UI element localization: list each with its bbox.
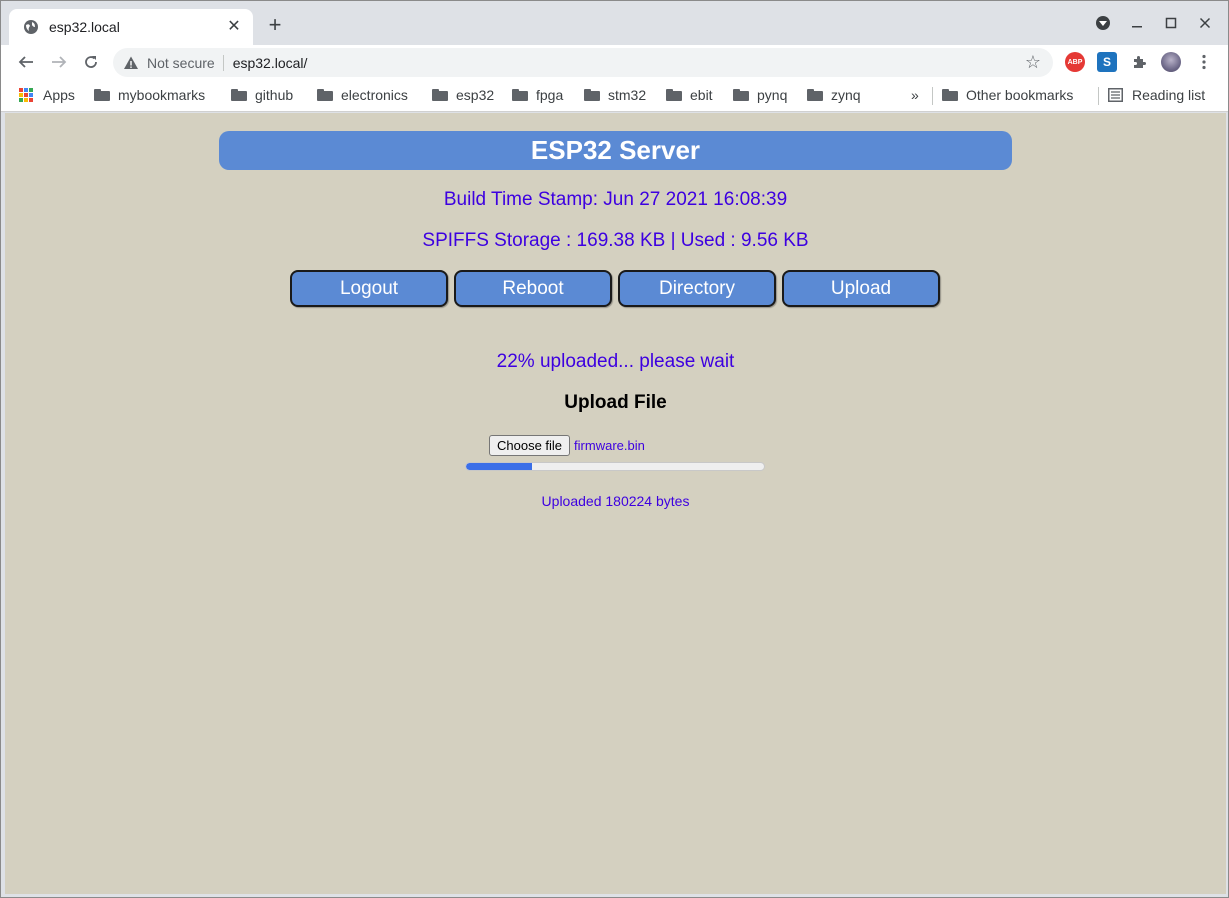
new-tab-icon[interactable]: +: [263, 13, 287, 37]
bookmarks-bar: Apps mybookmarks github electronics esp3…: [1, 79, 1228, 112]
storage-info: SPIFFS Storage : 169.38 KB | Used : 9.56…: [422, 230, 809, 251]
maximize-icon[interactable]: [1154, 17, 1188, 29]
folder-icon: [231, 89, 247, 101]
omnibox-divider: [222, 54, 224, 71]
s-extension-icon[interactable]: S: [1097, 52, 1117, 72]
forward-icon[interactable]: [47, 50, 71, 74]
reading-list-button[interactable]: Reading list: [1108, 85, 1205, 105]
bookmark-folder-fpga[interactable]: fpga: [512, 85, 563, 105]
directory-button[interactable]: Directory: [618, 270, 776, 307]
bookmark-apps[interactable]: Apps: [19, 85, 75, 105]
folder-icon: [432, 89, 448, 101]
folder-icon: [807, 89, 823, 101]
tab-esp32[interactable]: esp32.local ✕: [9, 9, 253, 45]
minimize-icon[interactable]: [1120, 17, 1154, 29]
profile-avatar[interactable]: [1161, 52, 1181, 72]
bookmark-folder-github[interactable]: github: [231, 85, 293, 105]
bookmarks-overflow-icon[interactable]: »: [911, 85, 919, 105]
apps-grid-icon: [19, 88, 33, 102]
page-header: ESP32 Server: [219, 131, 1012, 170]
tab-strip: esp32.local ✕ +: [1, 1, 1228, 45]
page-content: ESP32 Server Build Time Stamp: Jun 27 20…: [5, 113, 1226, 894]
bookmark-folder-electronics[interactable]: electronics: [317, 85, 408, 105]
bookmark-folder-esp32[interactable]: esp32: [432, 85, 494, 105]
choose-file-button[interactable]: Choose file: [489, 435, 571, 456]
bookmark-label: electronics: [341, 87, 408, 103]
uploaded-bytes: Uploaded 180224 bytes: [541, 493, 690, 509]
bookmark-label: github: [255, 87, 294, 103]
bookmark-folder-zynq[interactable]: zynq: [807, 85, 861, 105]
build-timestamp: Build Time Stamp: Jun 27 2021 16:08:39: [443, 189, 788, 210]
security-label[interactable]: Not secure: [147, 55, 215, 71]
bookmark-label: Apps: [43, 87, 75, 103]
logout-button[interactable]: Logout: [290, 270, 448, 307]
folder-icon: [94, 89, 110, 101]
folder-icon: [666, 89, 682, 101]
bookmark-label: esp32: [456, 87, 495, 103]
address-bar[interactable]: Not secure esp32.local/ ☆: [113, 48, 1053, 77]
bookmark-star-icon[interactable]: ☆: [1023, 52, 1043, 73]
bookmark-folder-pynq[interactable]: pynq: [733, 85, 787, 105]
folder-icon: [512, 89, 528, 101]
upload-button[interactable]: Upload: [782, 270, 940, 307]
reload-icon[interactable]: [79, 50, 103, 74]
folder-icon: [733, 89, 749, 101]
bookmark-label: zynq: [831, 87, 861, 103]
bookmark-folder-ebit[interactable]: ebit: [666, 85, 713, 105]
bookmark-label: Reading list: [1132, 87, 1206, 103]
warning-icon[interactable]: [123, 55, 139, 71]
upload-progress-fill: [466, 463, 532, 470]
tab-search-icon[interactable]: [1086, 16, 1120, 30]
selected-file-name: firmware.bin: [574, 438, 645, 453]
bookmark-folder-other[interactable]: Other bookmarks: [942, 85, 1073, 105]
bookmark-label: ebit: [690, 87, 713, 103]
bookmark-label: stm32: [608, 87, 647, 103]
tab-close-icon[interactable]: ✕: [225, 19, 243, 35]
menu-kebab-icon[interactable]: [1194, 52, 1214, 72]
bookmark-label: mybookmarks: [118, 87, 206, 103]
bookmarks-divider: [1098, 87, 1099, 105]
browser-window: esp32.local ✕ + Not secure esp32.local/ …: [0, 0, 1229, 898]
bookmark-folder-mybookmarks[interactable]: mybookmarks: [94, 85, 205, 105]
reboot-button[interactable]: Reboot: [454, 270, 612, 307]
file-picker: Choose file firmware.bin: [489, 435, 645, 456]
adblock-extension-icon[interactable]: ABP: [1065, 52, 1085, 72]
bookmarks-divider: [932, 87, 933, 105]
upload-file-title: Upload File: [564, 392, 667, 413]
folder-icon: [942, 89, 958, 101]
upload-progress-bar: [465, 462, 765, 471]
folder-icon: [584, 89, 600, 101]
close-window-icon[interactable]: [1188, 17, 1222, 29]
folder-icon: [317, 89, 333, 101]
browser-toolbar: Not secure esp32.local/ ☆ ABP S: [1, 45, 1228, 79]
back-icon[interactable]: [14, 50, 38, 74]
url-text[interactable]: esp32.local/: [233, 55, 1023, 71]
extensions-puzzle-icon[interactable]: [1129, 52, 1149, 72]
globe-icon: [23, 19, 39, 35]
bookmark-label: fpga: [536, 87, 564, 103]
bookmark-label: Other bookmarks: [966, 87, 1074, 103]
bookmark-folder-stm32[interactable]: stm32: [584, 85, 646, 105]
bookmark-label: pynq: [757, 87, 788, 103]
reading-list-icon: [1108, 88, 1123, 102]
nav-button-row: Logout Reboot Directory Upload: [290, 270, 940, 307]
window-controls: [1086, 9, 1222, 37]
tab-title: esp32.local: [49, 19, 120, 35]
upload-progress-message: 22% uploaded... please wait: [496, 351, 735, 372]
